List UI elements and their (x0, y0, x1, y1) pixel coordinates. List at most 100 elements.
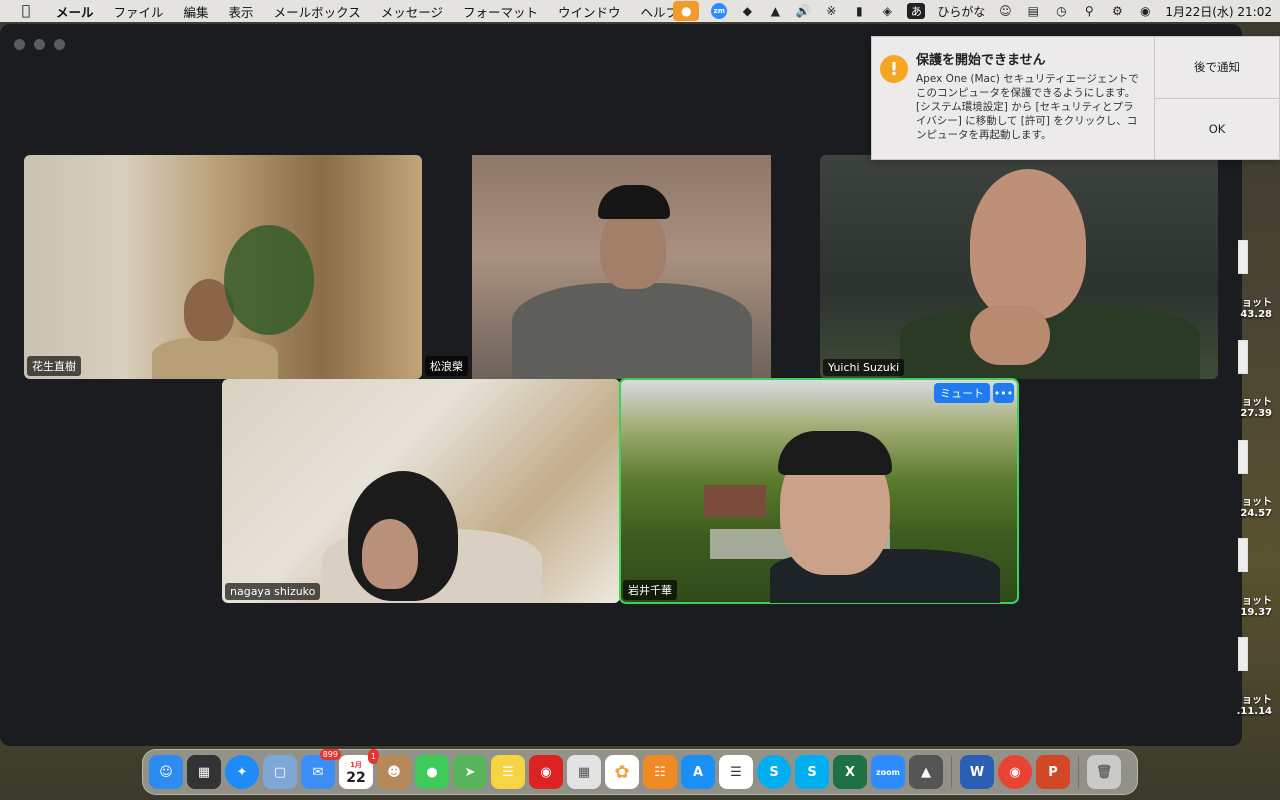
desktop-file-sub: 19.37 (1240, 607, 1272, 618)
desktop-file[interactable]: ョット 24.57 (1240, 493, 1272, 519)
window-controls (14, 39, 65, 50)
finder-icon[interactable]: ☺ (149, 755, 183, 789)
close-window-button[interactable] (14, 39, 25, 50)
mail-icon[interactable]: ✉ 899 (301, 749, 341, 789)
word-icon[interactable]: W (960, 755, 994, 789)
control-center-icon[interactable]: ⚙ (1109, 4, 1125, 18)
notification-content[interactable]: ! 保護を開始できません Apex One (Mac) セキュリティエージェント… (872, 37, 1155, 159)
notify-later-button[interactable]: 後で通知 (1155, 37, 1279, 99)
menu-file[interactable]: ファイル (104, 2, 174, 21)
volume-icon[interactable]: 🔊 (795, 4, 811, 18)
desktop-file-label: ョット (1242, 397, 1272, 408)
ok-button[interactable]: OK (1155, 99, 1279, 160)
dock: ☺ ▦ ✦ ▢ ✉ 899 1月 22 1 ☻ ● ➤ ☰ ◉ ▦ ✿ ☷ A ☰… (142, 749, 1138, 795)
menu-message[interactable]: メッセージ (371, 2, 453, 21)
clock[interactable]: 1月22日(水) 21:02 (1165, 3, 1272, 20)
zoom-status-icon[interactable]: zm (711, 3, 728, 19)
desktop-file[interactable]: ョット 43.28 (1240, 294, 1272, 320)
participant-name: 花生直樹 (27, 356, 81, 376)
photos-icon[interactable]: ✿ (605, 755, 639, 789)
menu-view[interactable]: 表示 (219, 2, 264, 21)
minimize-window-button[interactable] (34, 39, 45, 50)
participant-video (512, 283, 752, 379)
app-menu[interactable]: メール (46, 2, 104, 21)
messages-icon[interactable]: ● (415, 755, 449, 789)
photo-booth-icon[interactable]: ◉ (529, 755, 563, 789)
participant-name: Yuichi Suzuki (823, 359, 905, 376)
apple-menu-icon[interactable]:  (16, 3, 36, 19)
notification-title: 保護を開始できません (916, 53, 1046, 68)
user-icon[interactable]: ☺ (997, 4, 1013, 18)
mission-control-icon[interactable]: ▦ (187, 755, 221, 789)
desktop-file-sub: 27.39 (1240, 408, 1272, 419)
video-tile[interactable]: 松浪榮 (422, 155, 771, 379)
books-icon[interactable]: ☷ (643, 755, 677, 789)
app-store-icon[interactable]: A (681, 755, 715, 789)
notes-icon[interactable]: ☰ (491, 755, 525, 789)
desktop-file[interactable]: ョット 27.39 (1240, 393, 1272, 419)
security-notification: ! 保護を開始できません Apex One (Mac) セキュリティエージェント… (871, 36, 1280, 160)
desktop-file-thumbnail[interactable] (1238, 637, 1248, 671)
menu-format[interactable]: フォーマット (453, 2, 548, 21)
calendar-day: 22 (346, 770, 366, 786)
menu-mailbox[interactable]: メールボックス (264, 2, 371, 21)
time-machine-icon[interactable]: ◷ (1053, 4, 1069, 18)
desktop-file-thumbnail[interactable] (1238, 440, 1248, 474)
dock-separator (1078, 756, 1079, 788)
skype-icon[interactable]: S (757, 755, 791, 789)
mute-button[interactable]: ミュート (934, 383, 990, 403)
drive-icon[interactable]: ▲ (767, 4, 783, 18)
participant-name: 松浪榮 (425, 356, 468, 376)
maps-icon[interactable]: ➤ (453, 755, 487, 789)
participant-name: 岩井千華 (623, 580, 677, 600)
trash-icon[interactable]: 🗑 (1087, 755, 1121, 789)
powerpoint-icon[interactable]: P (1036, 755, 1070, 789)
desktop-file-sub: 43.28 (1240, 309, 1272, 320)
chrome-icon[interactable]: ◉ (998, 755, 1032, 789)
siri-icon[interactable]: ◉ (1137, 4, 1153, 18)
video-tile[interactable]: Yuichi Suzuki (820, 155, 1218, 379)
reminders-icon[interactable]: ☰ (719, 755, 753, 789)
letterbox (422, 155, 472, 379)
participant-video (152, 337, 278, 379)
status-menu-area: ● zm ◆ ▲ 🔊 ※ ▮ ◈ あ ひらがな ☺ ▤ ◷ ⚲ ⚙ ◉ 1月22… (673, 0, 1272, 22)
more-options-button[interactable]: ••• (993, 383, 1014, 403)
desktop-file-label: ョット (1242, 497, 1272, 508)
input-method-icon[interactable]: あ (907, 3, 926, 19)
desktop-file[interactable]: ョット .11.14 (1237, 691, 1272, 717)
video-tile-active[interactable]: ミュート ••• 岩井千華 (619, 378, 1019, 604)
preview-icon[interactable]: ▢ (263, 755, 297, 789)
bluetooth-icon[interactable]: ※ (823, 4, 839, 18)
participant-name: nagaya shizuko (225, 583, 321, 600)
input-method-label[interactable]: ひらがな (937, 3, 985, 20)
zoom-window-button[interactable] (54, 39, 65, 50)
battery-icon[interactable]: ▮ (851, 4, 867, 18)
spotlight-icon[interactable]: ⚲ (1081, 4, 1097, 18)
video-tile[interactable]: nagaya shizuko (222, 379, 620, 603)
menu-window[interactable]: ウインドウ (548, 2, 631, 21)
desktop-file-label: ョット (1242, 596, 1272, 607)
cap-image (598, 185, 670, 219)
wifi-icon[interactable]: ◈ (879, 4, 895, 18)
desktop-file-thumbnail[interactable] (1238, 538, 1248, 572)
excel-icon[interactable]: X (833, 755, 867, 789)
calendar-icon[interactable]: 1月 22 1 (339, 749, 379, 789)
video-tile[interactable]: 花生直樹 (24, 155, 422, 379)
desktop-file-thumbnail[interactable] (1238, 240, 1248, 274)
menu-edit[interactable]: 編集 (174, 2, 219, 21)
google-drive-icon[interactable]: ▲ (909, 755, 943, 789)
desktop-file-sub: .11.14 (1236, 706, 1272, 717)
menu-bar:  メール ファイル 編集 表示 メールボックス メッセージ フォーマット ウイ… (0, 0, 1280, 22)
warning-icon: ! (880, 55, 908, 83)
skype-for-business-icon[interactable]: S (795, 755, 829, 789)
zoom-icon[interactable]: zoom (871, 755, 905, 789)
dropbox-icon[interactable]: ◆ (739, 4, 755, 18)
desktop-file[interactable]: ョット 19.37 (1240, 592, 1272, 618)
desktop-file-thumbnail[interactable] (1238, 340, 1248, 374)
desktop-file-label: ョット (1242, 298, 1272, 309)
safari-icon[interactable]: ✦ (225, 755, 259, 789)
contacts-icon[interactable]: ☻ (377, 755, 411, 789)
microphone-icon[interactable]: ● (673, 1, 700, 21)
launchpad-icon[interactable]: ▦ (567, 755, 601, 789)
keyboard-icon[interactable]: ▤ (1025, 4, 1041, 18)
